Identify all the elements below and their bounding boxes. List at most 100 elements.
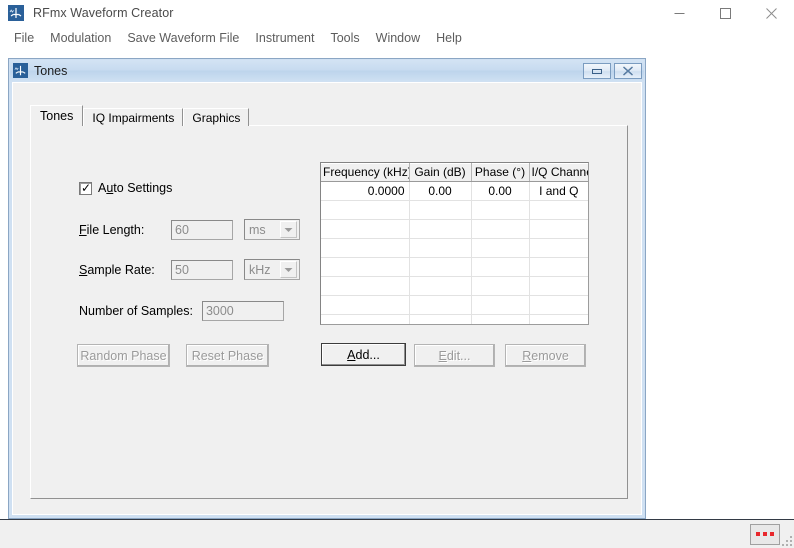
cell-empty[interactable]	[471, 295, 530, 315]
app-title: RFmx Waveform Creator	[33, 6, 174, 20]
tones-child-window: Tones Tones IQ Impairments Graphics ✓ Au…	[8, 58, 646, 519]
tab-control: Tones IQ Impairments Graphics ✓ Auto Set…	[30, 105, 628, 499]
tab-graphics[interactable]: Graphics	[183, 108, 250, 126]
child-window-body: Tones IQ Impairments Graphics ✓ Auto Set…	[12, 82, 642, 515]
close-icon[interactable]	[614, 62, 642, 79]
resize-grip[interactable]	[780, 534, 792, 546]
title-bar: RFmx Waveform Creator	[0, 0, 794, 26]
menu-item-help[interactable]: Help	[428, 29, 470, 47]
cell-empty[interactable]	[321, 257, 410, 277]
edit-button[interactable]: Edit...	[414, 344, 495, 367]
auto-settings-label: Auto Settings	[98, 181, 173, 195]
mdi-client-area: Tones Tones IQ Impairments Graphics ✓ Au…	[0, 50, 794, 520]
cell-iq-channel[interactable]: I and Q	[529, 181, 588, 201]
column-header-iq-channel[interactable]: I/Q Channel	[529, 163, 588, 182]
cell-empty[interactable]	[529, 276, 588, 296]
cell-phase[interactable]: 0.00	[471, 181, 530, 201]
maximize-icon[interactable]	[702, 0, 748, 26]
column-header-gain[interactable]: Gain (dB)	[409, 163, 472, 182]
waveform-icon	[8, 5, 24, 21]
table-row[interactable]	[321, 200, 588, 220]
table-row[interactable]	[321, 314, 588, 324]
cell-frequency[interactable]: 0.0000	[321, 181, 410, 201]
cell-empty[interactable]	[529, 200, 588, 220]
file-length-unit-value: ms	[249, 222, 266, 237]
child-window-controls	[583, 62, 642, 79]
cell-empty[interactable]	[321, 295, 410, 315]
application-window: RFmx Waveform Creator File Modulation Sa…	[0, 0, 794, 548]
column-header-frequency[interactable]: Frequency (kHz)	[321, 163, 410, 182]
cell-empty[interactable]	[529, 238, 588, 258]
cell-empty[interactable]	[471, 219, 530, 239]
menu-item-save-waveform-file[interactable]: Save Waveform File	[119, 29, 247, 47]
tab-tones[interactable]: Tones	[30, 105, 84, 126]
led-indicator-1	[756, 532, 760, 536]
sample-rate-row: Sample Rate: 50 kHz	[79, 259, 300, 280]
file-length-unit-combo[interactable]: ms	[244, 219, 300, 240]
cell-empty[interactable]	[321, 200, 410, 220]
cell-empty[interactable]	[409, 238, 472, 258]
table-row[interactable]	[321, 219, 588, 239]
menu-item-window[interactable]: Window	[368, 29, 428, 47]
cell-empty[interactable]	[409, 276, 472, 296]
random-phase-button[interactable]: Random Phase	[77, 344, 170, 367]
cell-empty[interactable]	[409, 219, 472, 239]
tab-iq-impairments[interactable]: IQ Impairments	[83, 108, 184, 126]
cell-empty[interactable]	[529, 257, 588, 277]
led-indicator-2	[763, 532, 767, 536]
reset-phase-button[interactable]: Reset Phase	[186, 344, 269, 367]
cell-empty[interactable]	[321, 219, 410, 239]
table-header-row: Frequency (kHz) Gain (dB) Phase (°) I/Q …	[321, 163, 588, 182]
table-row[interactable]	[321, 238, 588, 258]
menu-item-modulation[interactable]: Modulation	[42, 29, 119, 47]
number-of-samples-input[interactable]: 3000	[201, 301, 284, 321]
cell-empty[interactable]	[471, 200, 530, 220]
menu-bar: File Modulation Save Waveform File Instr…	[0, 26, 794, 50]
auto-settings-checkbox[interactable]: ✓	[79, 181, 92, 195]
file-length-label: File Length:	[79, 222, 145, 237]
remove-button[interactable]: Remove	[505, 344, 586, 367]
sample-rate-unit-combo[interactable]: kHz	[244, 259, 300, 280]
menu-item-tools[interactable]: Tools	[322, 29, 367, 47]
led-indicator-panel[interactable]	[750, 523, 780, 545]
cell-empty[interactable]	[321, 314, 410, 324]
cell-gain[interactable]: 0.00	[409, 181, 472, 201]
tab-strip: Tones IQ Impairments Graphics	[30, 105, 628, 126]
chevron-down-icon[interactable]	[280, 261, 297, 278]
cell-empty[interactable]	[529, 295, 588, 315]
cell-empty[interactable]	[529, 314, 588, 324]
cell-empty[interactable]	[471, 238, 530, 258]
add-button[interactable]: Add...	[321, 343, 406, 366]
chevron-down-icon[interactable]	[280, 221, 297, 238]
table-row[interactable]	[321, 295, 588, 315]
table-row[interactable]	[321, 276, 588, 296]
child-title-bar[interactable]: Tones	[10, 60, 644, 81]
cell-empty[interactable]	[409, 314, 472, 324]
menu-item-instrument[interactable]: Instrument	[247, 29, 322, 47]
table-row[interactable]	[321, 257, 588, 277]
child-window-title: Tones	[34, 63, 68, 78]
minimize-icon[interactable]	[583, 62, 611, 79]
cell-empty[interactable]	[471, 314, 530, 324]
sample-rate-input[interactable]: 50	[171, 259, 233, 280]
cell-empty[interactable]	[409, 200, 472, 220]
cell-empty[interactable]	[529, 219, 588, 239]
tab-panel-tones: ✓ Auto Settings File Length: 60 ms Sampl…	[30, 125, 628, 499]
close-icon[interactable]	[748, 0, 794, 26]
cell-empty[interactable]	[409, 257, 472, 277]
cell-empty[interactable]	[471, 276, 530, 296]
status-bar	[0, 520, 794, 548]
tones-table[interactable]: Frequency (kHz) Gain (dB) Phase (°) I/Q …	[320, 162, 589, 325]
cell-empty[interactable]	[471, 257, 530, 277]
led-indicator-3	[770, 532, 774, 536]
cell-empty[interactable]	[409, 295, 472, 315]
cell-empty[interactable]	[321, 276, 410, 296]
cell-empty[interactable]	[321, 238, 410, 258]
table-row[interactable]: 0.0000 0.00 0.00 I and Q	[321, 181, 588, 201]
sample-rate-label: Sample Rate:	[79, 262, 155, 277]
minimize-icon[interactable]	[656, 0, 702, 26]
file-length-input[interactable]: 60	[171, 219, 233, 240]
column-header-phase[interactable]: Phase (°)	[471, 163, 530, 182]
auto-settings-row[interactable]: ✓ Auto Settings	[79, 181, 172, 195]
menu-item-file[interactable]: File	[6, 29, 42, 47]
